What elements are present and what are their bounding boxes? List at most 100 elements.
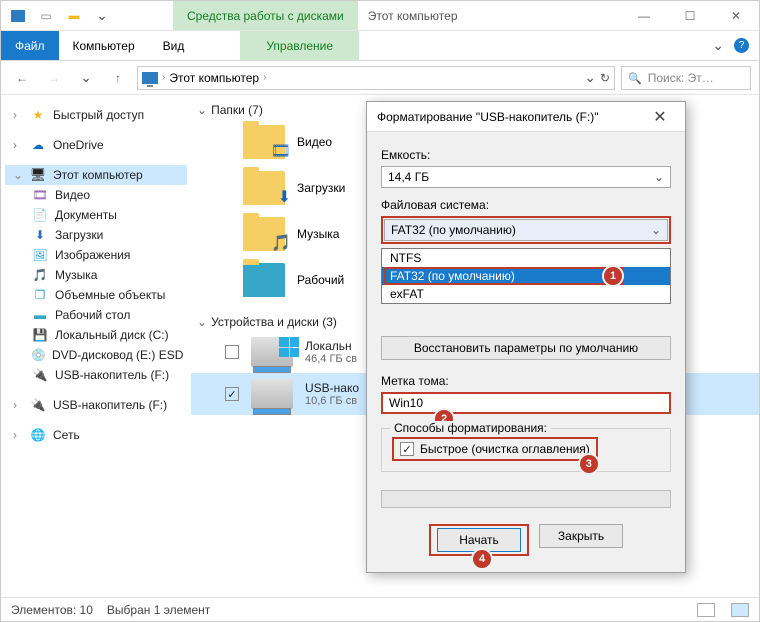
folder-icon: ⬇	[243, 171, 285, 205]
contextual-tab-disk-tools[interactable]: Средства работы с дисками	[173, 1, 358, 30]
document-icon	[31, 208, 49, 222]
filesystem-combobox[interactable]: FAT32 (по умолчанию) ⌄	[384, 219, 668, 241]
sidebar-item-onedrive[interactable]: ›OneDrive	[5, 135, 187, 155]
checkbox[interactable]	[225, 387, 239, 401]
window-title: Этот компьютер	[358, 1, 621, 30]
annotation-badge-3: 3	[580, 455, 598, 473]
fs-option-fat32[interactable]: FAT32 (по умолчанию) 1	[382, 267, 670, 285]
qat-new-folder-icon[interactable]: ▬	[63, 5, 85, 27]
tab-computer[interactable]: Компьютер	[59, 31, 149, 60]
chevron-right-icon[interactable]: ›	[263, 72, 266, 83]
dialog-titlebar[interactable]: Форматирование "USB-накопитель (F:)" ✕	[367, 102, 685, 132]
tab-manage[interactable]: Управление	[240, 31, 359, 60]
nav-back-button[interactable]: ←	[9, 65, 35, 91]
help-icon[interactable]: ?	[734, 38, 749, 53]
sidebar-item-downloads[interactable]: Загрузки	[5, 225, 187, 245]
status-item-count: Элементов: 10	[11, 603, 93, 617]
sidebar-item-videos[interactable]: Видео	[5, 185, 187, 205]
nav-forward-button[interactable]: →	[41, 65, 67, 91]
search-input[interactable]: Поиск: Эт…	[621, 66, 751, 90]
folder-icon: 🎵	[243, 217, 285, 251]
this-pc-icon	[142, 72, 158, 84]
film-icon	[31, 188, 49, 202]
annotation-badge-1: 1	[604, 267, 622, 285]
quick-access-toolbar: ▭ ▬	[1, 1, 113, 30]
tab-file[interactable]: Файл	[1, 31, 59, 60]
sidebar-item-quick-access[interactable]: ›Быстрый доступ	[5, 105, 187, 125]
address-bar[interactable]: › Этот компьютер › ↻	[137, 66, 615, 90]
status-selection: Выбран 1 элемент	[107, 603, 210, 617]
folder-icon: 🎞	[243, 125, 285, 159]
minimize-button[interactable]: —	[621, 1, 667, 30]
ribbon-expand-icon[interactable]	[712, 37, 724, 54]
dialog-title: Форматирование "USB-накопитель (F:)"	[377, 110, 645, 124]
qat-properties-icon[interactable]: ▭	[35, 5, 57, 27]
sidebar-item-music[interactable]: Музыка	[5, 265, 187, 285]
chevron-down-icon: ⌄	[651, 223, 661, 237]
search-placeholder: Поиск: Эт…	[648, 71, 714, 85]
checkbox[interactable]	[225, 345, 239, 359]
titlebar: ▭ ▬ Средства работы с дисками Этот компь…	[1, 1, 759, 31]
nav-up-button[interactable]: ↑	[105, 65, 131, 91]
fs-option-exfat[interactable]: exFAT	[382, 285, 670, 303]
annotation-badge-4: 4	[473, 550, 491, 568]
download-icon	[31, 228, 49, 242]
cube-icon	[31, 288, 49, 302]
view-details-icon[interactable]	[697, 603, 715, 617]
close-dialog-button[interactable]: Закрыть	[539, 524, 623, 548]
sidebar-item-documents[interactable]: Документы	[5, 205, 187, 225]
navigation-pane: ›Быстрый доступ ›OneDrive ⌄Этот компьюте…	[1, 95, 191, 597]
label-filesystem: Файловая система:	[381, 198, 671, 212]
chevron-right-icon: ›	[162, 72, 165, 83]
navigation-row: ← → ↑ › Этот компьютер › ↻ Поиск: Эт…	[1, 61, 759, 95]
folder-icon	[243, 263, 285, 297]
close-button[interactable]: ✕	[713, 1, 759, 30]
capacity-combobox[interactable]: 14,4 ГБ ⌄	[381, 166, 671, 188]
usb-icon	[29, 398, 47, 412]
sidebar-item-network[interactable]: ›Сеть	[5, 425, 187, 445]
restore-defaults-button[interactable]: Восстановить параметры по умолчанию	[381, 336, 671, 360]
start-button[interactable]: Начать	[437, 528, 521, 552]
view-tiles-icon[interactable]	[731, 603, 749, 617]
search-icon	[628, 71, 642, 85]
fs-option-ntfs[interactable]: NTFS	[382, 249, 670, 267]
tab-view[interactable]: Вид	[149, 31, 199, 60]
chevron-down-icon: ⌄	[654, 170, 664, 184]
monitor-icon	[29, 168, 47, 182]
star-icon	[29, 108, 47, 122]
windows-flag-icon	[279, 337, 299, 357]
sidebar-item-desktop[interactable]: Рабочий стол	[5, 305, 187, 325]
volume-label-input[interactable]: Win10	[381, 392, 671, 414]
sidebar-item-3d-objects[interactable]: Объемные объекты	[5, 285, 187, 305]
usb-icon	[31, 368, 49, 382]
pictures-icon	[31, 248, 49, 262]
label-volume-label: Метка тома:	[381, 374, 671, 388]
address-segment[interactable]: Этот компьютер	[169, 71, 259, 85]
dvd-icon	[31, 348, 46, 362]
group-legend: Способы форматирования:	[390, 421, 551, 435]
desktop-icon	[31, 308, 49, 322]
sidebar-item-dvd[interactable]: DVD-дисковод (E:) ESD	[5, 345, 187, 365]
network-icon	[29, 428, 47, 442]
drive-icon	[251, 379, 293, 409]
dialog-close-button[interactable]: ✕	[645, 107, 675, 127]
label-capacity: Емкость:	[381, 148, 671, 162]
sidebar-item-pictures[interactable]: Изображения	[5, 245, 187, 265]
qat-customize-icon[interactable]	[91, 5, 113, 27]
sidebar-item-usb-2[interactable]: ›USB-накопитель (F:)	[5, 395, 187, 415]
address-dropdown-icon[interactable]	[584, 69, 596, 86]
sidebar-item-usb-1[interactable]: USB-накопитель (F:)	[5, 365, 187, 385]
format-progress-bar	[381, 490, 671, 508]
system-icon[interactable]	[7, 5, 29, 27]
refresh-icon[interactable]: ↻	[600, 71, 610, 85]
nav-history-button[interactable]	[73, 65, 99, 91]
format-dialog: Форматирование "USB-накопитель (F:)" ✕ Е…	[366, 101, 686, 573]
format-methods-group: Способы форматирования: Быстрое (очистка…	[381, 428, 671, 472]
ribbon: Файл Компьютер Вид Управление ?	[1, 31, 759, 61]
maximize-button[interactable]: ☐	[667, 1, 713, 30]
sidebar-item-local-disk[interactable]: Локальный диск (C:)	[5, 325, 187, 345]
sidebar-item-this-pc[interactable]: ⌄Этот компьютер	[5, 165, 187, 185]
cloud-icon	[29, 138, 47, 152]
quick-format-checkbox[interactable]	[400, 442, 414, 456]
quick-format-label: Быстрое (очистка оглавления)	[420, 442, 590, 456]
